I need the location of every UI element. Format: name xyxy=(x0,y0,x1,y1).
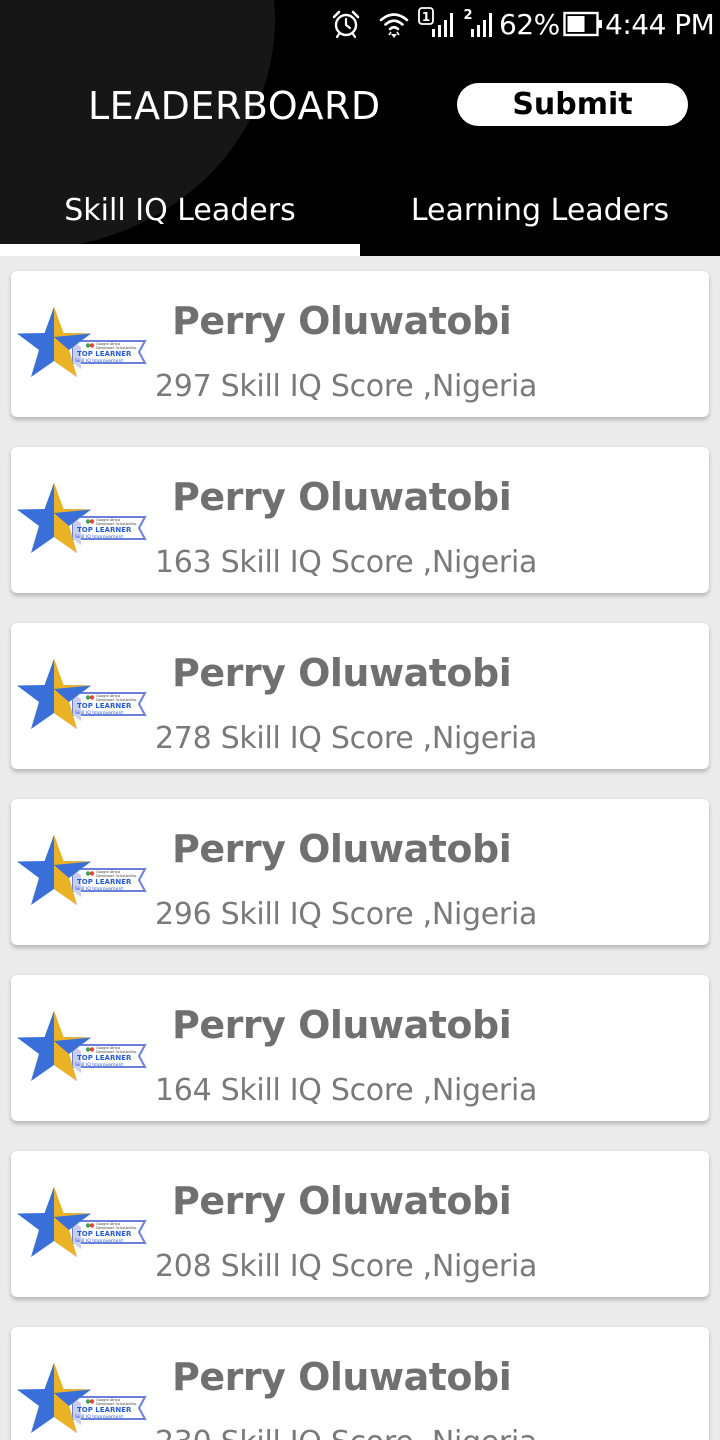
badge-line3: TOP LEARNER xyxy=(77,878,132,886)
badge-line4: Skill IQ Improvement xyxy=(75,886,123,892)
leader-card[interactable]: Google Africa Developer Scholarship TOP LE… xyxy=(11,271,709,417)
leader-name: Perry Oluwatobi xyxy=(172,827,512,871)
sim1-label: 1 xyxy=(422,10,430,24)
leader-name: Perry Oluwatobi xyxy=(172,651,512,695)
badge-line4: Skill IQ Improvement xyxy=(75,710,123,716)
badge-line3: TOP LEARNER xyxy=(77,350,132,358)
top-learner-badge-icon: Google Africa Developer Scholarship TOP LE… xyxy=(11,1187,149,1263)
tab-skill-iq-leaders[interactable]: Skill IQ Leaders xyxy=(0,188,360,232)
top-learner-badge-icon: Google Africa Developer Scholarship TOP LE… xyxy=(11,307,149,383)
leader-card[interactable]: Google Africa Developer Scholarship TOP LE… xyxy=(11,447,709,593)
badge-line4: Skill IQ Improvement xyxy=(75,1414,123,1420)
leader-name: Perry Oluwatobi xyxy=(172,299,512,343)
wifi-icon xyxy=(378,4,410,44)
badge-line4: Skill IQ Improvement xyxy=(75,1062,123,1068)
leader-score-country: 208 Skill IQ Score ,Nigeria xyxy=(155,1249,538,1284)
page-title: LEADERBOARD xyxy=(88,84,381,128)
leader-card[interactable]: Google Africa Developer Scholarship TOP LE… xyxy=(11,799,709,945)
sim2-signal-icon: 2 xyxy=(463,4,497,44)
app-header: 1 2 62% 4:44 PM LEADERBOARD Submit Skill… xyxy=(0,0,720,256)
sim1-signal-icon: 1 xyxy=(418,4,454,44)
badge-line3: TOP LEARNER xyxy=(77,526,132,534)
badge-line3: TOP LEARNER xyxy=(77,702,132,710)
top-learner-badge-icon: Google Africa Developer Scholarship TOP LE… xyxy=(11,835,149,911)
badge-line4: Skill IQ Improvement xyxy=(75,1238,123,1244)
top-learner-badge-icon: Google Africa Developer Scholarship TOP LE… xyxy=(11,659,149,735)
leader-score-country: 296 Skill IQ Score ,Nigeria xyxy=(155,897,538,932)
badge-line4: Skill IQ Improvement xyxy=(75,534,123,540)
leader-score-country: 163 Skill IQ Score ,Nigeria xyxy=(155,545,538,580)
leader-card[interactable]: Google Africa Developer Scholarship TOP LE… xyxy=(11,1327,709,1440)
leader-card[interactable]: Google Africa Developer Scholarship TOP LE… xyxy=(11,1151,709,1297)
leaderboard-screen: 1 2 62% 4:44 PM LEADERBOARD Submit Skill… xyxy=(0,0,720,1440)
tab-indicator-background xyxy=(0,244,360,256)
leader-name: Perry Oluwatobi xyxy=(172,1355,512,1399)
battery-icon xyxy=(563,4,603,44)
submit-button[interactable]: Submit xyxy=(457,83,688,126)
badge-line3: TOP LEARNER xyxy=(77,1054,132,1062)
leader-name: Perry Oluwatobi xyxy=(172,1179,512,1223)
alarm-clock-icon xyxy=(331,4,361,44)
top-learner-badge-icon: Google Africa Developer Scholarship TOP LE… xyxy=(11,1363,149,1439)
badge-line3: TOP LEARNER xyxy=(77,1406,132,1414)
leader-score-country: 164 Skill IQ Score ,Nigeria xyxy=(155,1073,538,1108)
sim2-label: 2 xyxy=(463,8,472,23)
status-bar: 1 2 62% 4:44 PM xyxy=(0,0,720,48)
leader-score-country: 230 Skill IQ Score ,Nigeria xyxy=(155,1425,537,1440)
leader-score-country: 297 Skill IQ Score ,Nigeria xyxy=(155,369,538,404)
top-learner-badge-icon: Google Africa Developer Scholarship TOP LE… xyxy=(11,483,149,559)
clock-time: 4:44 PM xyxy=(605,7,715,41)
leader-name: Perry Oluwatobi xyxy=(172,1003,512,1047)
battery-percent: 62% xyxy=(499,7,560,41)
badge-line3: TOP LEARNER xyxy=(77,1230,132,1238)
top-learner-badge-icon: Google Africa Developer Scholarship TOP LE… xyxy=(11,1011,149,1087)
leader-name: Perry Oluwatobi xyxy=(172,475,512,519)
leader-card[interactable]: Google Africa Developer Scholarship TOP LE… xyxy=(11,623,709,769)
tab-learning-leaders[interactable]: Learning Leaders xyxy=(360,188,720,232)
badge-line4: Skill IQ Improvement xyxy=(75,358,123,364)
leader-card[interactable]: Google Africa Developer Scholarship TOP LE… xyxy=(11,975,709,1121)
leader-score-country: 278 Skill IQ Score ,Nigeria xyxy=(155,721,538,756)
